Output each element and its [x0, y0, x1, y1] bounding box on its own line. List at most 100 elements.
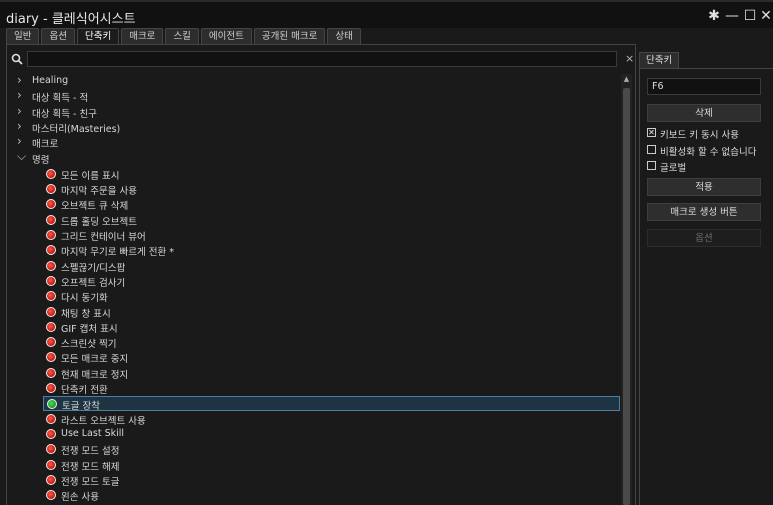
bug-icon[interactable]: ✱	[705, 7, 723, 25]
status-dot-red-icon	[46, 475, 56, 485]
tab-2[interactable]: 단축키	[76, 28, 120, 45]
create-macro-button[interactable]: 매크로 생성 버튼	[647, 203, 761, 221]
tree-command[interactable]: 라스트 오브젝트 사용	[43, 412, 618, 427]
tree-command-label: 단축키 전환	[61, 385, 108, 396]
tree-command-label: 그리드 컨테이너 뷰어	[61, 232, 146, 243]
tree-command-label: 전쟁 모드 설정	[61, 446, 120, 457]
status-dot-red-icon	[46, 460, 56, 470]
tree-category[interactable]: ⌵ 명령	[13, 149, 613, 166]
tree-command[interactable]: 드롭 홀딩 오브젝트	[43, 213, 618, 228]
checkbox-box[interactable]	[647, 145, 656, 154]
tree-command[interactable]: 현재 매크로 정지	[43, 366, 618, 381]
status-dot-red-icon	[46, 276, 56, 286]
tree-command[interactable]: 채팅 창 표시	[43, 305, 618, 320]
tree-command[interactable]: Use Last Skill	[43, 427, 618, 442]
tree-command[interactable]: 마지막 주문을 사용	[43, 182, 618, 197]
tree-category-label: 대상 획득 - 친구	[32, 109, 97, 120]
tree-category[interactable]: › Healing	[13, 74, 613, 89]
tree-category[interactable]: › 마스터리(Masteries)	[13, 119, 613, 135]
chevron-down-icon[interactable]: ⌵	[17, 149, 27, 163]
tab-0[interactable]: 일반	[6, 28, 40, 44]
tree-command[interactable]: 왼손 사용	[43, 488, 618, 503]
tree-command-label: 다시 동기화	[61, 293, 108, 304]
tree-command[interactable]: 다시 동기화	[43, 289, 618, 304]
tree-command[interactable]: 그리드 컨테이너 뷰어	[43, 228, 618, 243]
clear-search-icon[interactable]: ×	[625, 52, 634, 65]
chevron-right-icon[interactable]: ›	[17, 134, 27, 148]
tree-category-label: 마스터리(Masteries)	[32, 124, 121, 135]
tab-4[interactable]: 스킬	[165, 28, 199, 44]
tree-scrollbar[interactable]: ▲	[621, 74, 632, 505]
checkbox-box[interactable]	[647, 161, 656, 170]
tree-command[interactable]: 마지막 무기로 빠르게 전환 *	[43, 243, 618, 258]
checkbox-label: 키보드 키 동시 사용	[660, 130, 739, 141]
tree-command[interactable]: 스크린샷 찍기	[43, 335, 618, 350]
tree-command-label: 드롭 홀딩 오브젝트	[61, 217, 137, 228]
chevron-right-icon[interactable]: ›	[17, 88, 27, 102]
status-dot-red-icon	[46, 169, 56, 179]
tree-command-label: 전쟁 모드 토글	[61, 477, 120, 488]
tree-command[interactable]: 오프젝트 검사기	[43, 274, 618, 289]
status-dot-red-icon	[46, 322, 56, 332]
apply-button[interactable]: 적용	[647, 178, 761, 196]
checkbox-keyboard-combo[interactable]: ✕ 키보드 키 동시 사용	[647, 127, 773, 141]
tree-command-label: 스크린샷 찍기	[61, 339, 117, 350]
tab-6[interactable]: 공개된 매크로	[253, 28, 326, 44]
checkbox-label: 비활성화 할 수 없습니다	[660, 147, 757, 158]
tree-command-label: 라스트 오브젝트 사용	[61, 416, 146, 427]
tree-command[interactable]: 모든 이름 표시	[43, 167, 618, 182]
checkbox-cannot-disable[interactable]: 비활성화 할 수 없습니다	[647, 144, 773, 158]
status-dot-red-icon	[46, 184, 56, 194]
tree-category[interactable]: › 대상 획득 - 적	[13, 88, 613, 104]
tree-command[interactable]: 전쟁 모드 해제	[43, 458, 618, 473]
status-dot-green-icon	[47, 399, 57, 409]
tab-7[interactable]: 상태	[327, 28, 361, 44]
tab-1[interactable]: 옵션	[41, 28, 75, 44]
status-dot-red-icon	[46, 414, 56, 424]
checkbox-global[interactable]: 글로벌	[647, 160, 773, 174]
status-dot-red-icon	[46, 199, 56, 209]
hotkey-input[interactable]	[647, 78, 761, 95]
tree-command[interactable]: 전쟁 모드 토글	[43, 473, 618, 488]
chevron-right-icon[interactable]: ›	[17, 74, 27, 87]
status-dot-red-icon	[46, 337, 56, 347]
tab-3[interactable]: 매크로	[121, 28, 164, 44]
chevron-right-icon[interactable]: ›	[17, 104, 27, 118]
tree-category[interactable]: › 대상 획득 - 친구	[13, 104, 613, 120]
tree-command-label: GIF 캡처 표시	[61, 324, 118, 335]
tab-5[interactable]: 에이전트	[200, 28, 252, 44]
tree-command-label: 모든 매크로 중지	[61, 354, 129, 365]
tree-category-label: 대상 획득 - 적	[32, 93, 89, 104]
tree-command-label: 토글 장착	[62, 401, 100, 412]
tree-command[interactable]: GIF 캡처 표시	[43, 320, 618, 335]
checkbox-label: 글로벌	[660, 163, 687, 174]
close-button[interactable]: ✕	[757, 7, 773, 25]
scroll-thumb[interactable]	[623, 88, 630, 505]
tree-command[interactable]: 오브젝트 큐 삭제	[43, 197, 618, 212]
checkbox-box[interactable]: ✕	[647, 128, 656, 137]
tree-command-label: 채팅 창 표시	[61, 309, 111, 320]
hotkey-panel-tab[interactable]: 단축키	[639, 52, 680, 69]
delete-button[interactable]: 삭제	[647, 104, 761, 122]
tree-command-label: 오브젝트 큐 삭제	[61, 201, 129, 212]
minimize-button[interactable]: —	[723, 7, 741, 25]
options-button[interactable]: 옵션	[647, 229, 761, 247]
tree-command-label: 마지막 주문을 사용	[61, 186, 137, 197]
tree-command[interactable]: 모든 매크로 중지	[43, 350, 618, 365]
tree-command[interactable]: 토글 장착	[43, 396, 620, 412]
status-dot-red-icon	[46, 383, 56, 393]
status-dot-red-icon	[46, 230, 56, 240]
tree-command[interactable]: 전쟁 모드 설정	[43, 442, 618, 457]
chevron-right-icon[interactable]: ›	[17, 119, 27, 133]
tree-command-label: Use Last Skill	[61, 428, 125, 439]
status-dot-red-icon	[46, 368, 56, 378]
scroll-up-arrow-icon[interactable]: ▲	[621, 74, 632, 84]
status-dot-red-icon	[46, 261, 56, 271]
tree-category[interactable]: › 매크로	[13, 134, 613, 150]
tree-command[interactable]: 단축키 전환	[43, 381, 618, 396]
tree-command-label: 마지막 무기로 빠르게 전환 *	[61, 247, 174, 258]
search-input[interactable]	[27, 51, 617, 67]
tree-command[interactable]: 스펠끊기/디스팝	[43, 259, 618, 274]
status-dot-red-icon	[46, 291, 56, 301]
main-tabs: 일반 옵션 단축키 매크로 스킬 에이전트 공개된 매크로 상태	[6, 28, 363, 45]
